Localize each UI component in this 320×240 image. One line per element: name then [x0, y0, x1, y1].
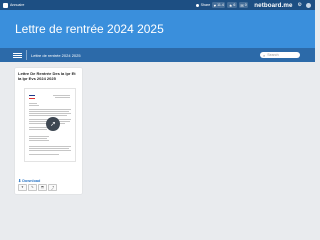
comment-count: 0	[244, 3, 247, 7]
like-count: 11.4	[217, 3, 224, 7]
share-button[interactable]: Share	[196, 3, 210, 7]
download-link[interactable]: ⬇ Download	[18, 178, 41, 184]
gear-icon[interactable]: ⚙	[298, 2, 302, 8]
page-header: Lettre de rentrée 2024 2025	[0, 10, 315, 48]
search-input[interactable]: ⌕ Search	[260, 51, 300, 59]
brand-logo[interactable]: netboard.me	[254, 2, 292, 9]
annuaire-menu[interactable]: Annuaire	[3, 2, 25, 8]
star-icon: ★	[228, 2, 233, 8]
document-card[interactable]: Lettre De Rentrée Des Ia Ipr Et Ia Ipr E…	[15, 68, 82, 194]
comment-icon[interactable]: ✎	[28, 184, 37, 191]
star-counter[interactable]: ★ 6	[227, 2, 237, 8]
search-placeholder: Search	[267, 53, 279, 57]
toolbar-divider	[26, 50, 27, 60]
share-icon[interactable]: ⤴	[48, 184, 57, 191]
breadcrumb[interactable]: Lettre de rentrée 2024 2025	[31, 53, 81, 58]
page-title: Lettre de rentrée 2024 2025	[15, 22, 164, 36]
card-actions: ♥ ✎ ⬒ ⤴	[18, 184, 58, 191]
comment-icon: ✉	[240, 2, 244, 8]
heart-icon: ♥	[213, 2, 217, 8]
top-navigation-bar: Annuaire Share ♥ 11.4 ★ 6 ✉ 0 netboard.m…	[0, 0, 315, 10]
search-icon: ⌕	[263, 52, 266, 58]
share-label: Share	[200, 3, 211, 7]
board-toolbar: Lettre de rentrée 2024 2025 ⌕ Search	[0, 48, 315, 62]
app-icon	[3, 2, 8, 8]
bookmark-icon[interactable]: ⬒	[38, 184, 47, 191]
star-count: 6	[233, 3, 236, 7]
download-label: Download	[22, 178, 41, 183]
open-document-icon[interactable]: ➚	[46, 117, 60, 131]
like-counter[interactable]: ♥ 11.4	[212, 2, 226, 8]
download-icon: ⬇	[18, 179, 22, 183]
like-icon[interactable]: ♥	[18, 184, 27, 191]
card-title: Lettre De Rentrée Des Ia Ipr Et Ia Ipr E…	[18, 71, 76, 82]
share-icon	[196, 3, 200, 7]
avatar[interactable]	[306, 2, 311, 8]
comment-counter[interactable]: ✉ 0	[238, 2, 249, 8]
annuaire-label: Annuaire	[10, 3, 25, 7]
hamburger-menu-icon[interactable]	[13, 51, 22, 60]
republique-logo	[29, 95, 35, 99]
